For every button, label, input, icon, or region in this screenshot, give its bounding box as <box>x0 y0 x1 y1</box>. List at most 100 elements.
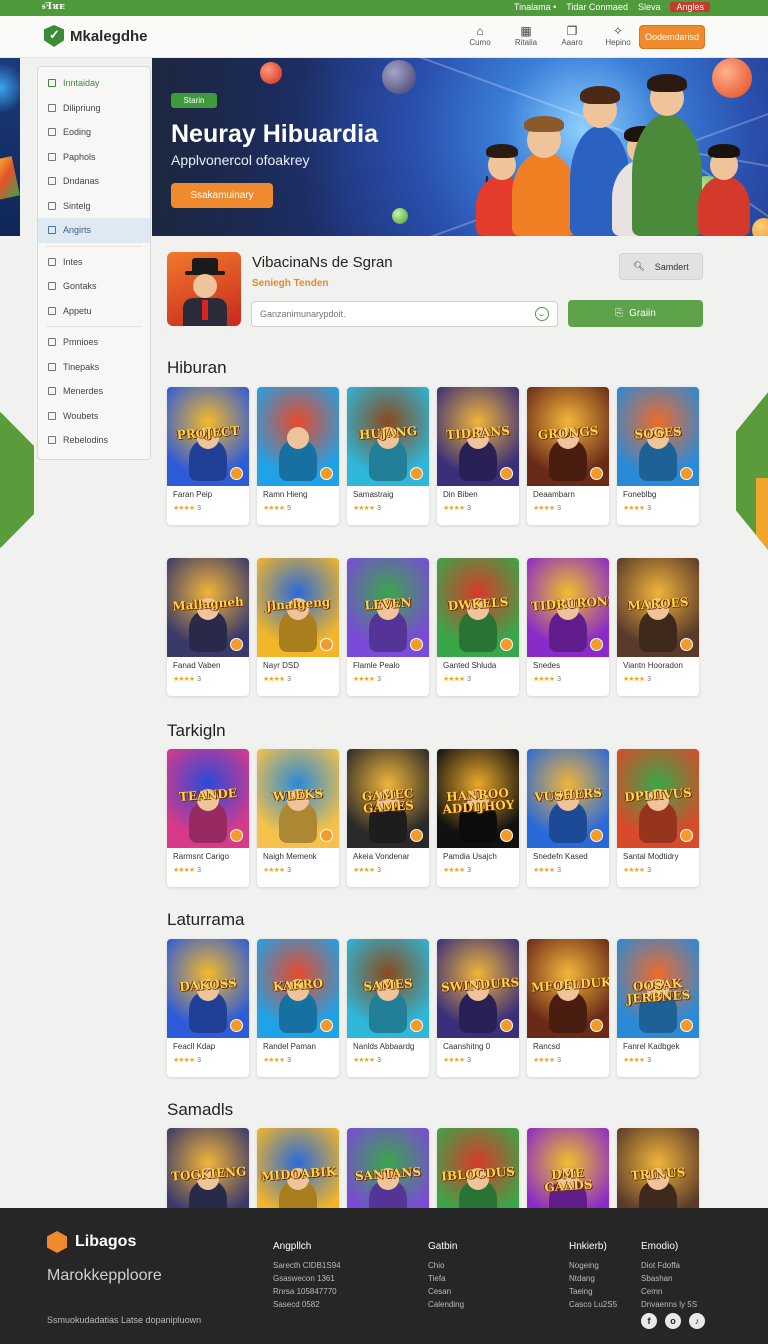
app-card[interactable]: VUSHERS Snedefn Kased ★★★★ 3 <box>527 749 609 887</box>
footer-link[interactable]: Sarecth CIDB1S94 <box>273 1259 341 1272</box>
app-card[interactable]: PROJECT Faran Peip ★★★★ 3 <box>167 387 249 525</box>
star-rating: ★★★★ 3 <box>533 676 562 683</box>
app-card[interactable]: TEANDE Rarmsnt Carigo ★★★★ 3 <box>167 749 249 887</box>
ball-decoration <box>382 60 416 94</box>
sidebar-item[interactable]: Tinepaks <box>38 355 150 380</box>
app-card[interactable]: MFOFLDUK Rancsd ★★★★ 3 <box>527 939 609 1077</box>
app-card[interactable]: Ramn Hieng ★★★★ 5 <box>257 387 339 525</box>
footer-link[interactable]: Taeing <box>569 1285 617 1298</box>
app-card[interactable]: DAKOSS Feacll Kdap ★★★★ 3 <box>167 939 249 1077</box>
app-card[interactable]: TIDRANS Din Biben ★★★★ 3 <box>437 387 519 525</box>
star-rating: ★★★★ 3 <box>263 676 292 683</box>
install-button[interactable]: ⎘ Graiin <box>568 300 703 327</box>
site-logo[interactable]: Mkalegdhe <box>44 25 148 47</box>
sidebar-item[interactable]: Angirts <box>38 218 150 243</box>
sidebar-item[interactable]: Gontaks <box>38 274 150 299</box>
rating-value: 3 <box>467 1057 472 1064</box>
footer-link[interactable]: Calending <box>428 1298 464 1311</box>
star-rating: ★★★★ 3 <box>173 1057 202 1064</box>
app-card[interactable]: Mallagneh Fanad Vaben ★★★★ 3 <box>167 558 249 696</box>
footer-link[interactable]: Sasecd 0582 <box>273 1298 341 1311</box>
sidebar-item[interactable]: Menerdes <box>38 379 150 404</box>
app-grid-row: TEANDE Rarmsnt Carigo ★★★★ 3 WLEKS Naigh Meme… <box>167 749 699 887</box>
footer-link[interactable]: Diot Fdoffa <box>641 1259 697 1272</box>
app-card[interactable]: HANROO ADDIJHOY Pamdia Usajch ★★★★ 3 <box>437 749 519 887</box>
app-card[interactable]: TIDRURONZ Snedes ★★★★ 3 <box>527 558 609 696</box>
footer-logo[interactable]: Libagos <box>47 1231 136 1253</box>
featured-app-thumbnail[interactable] <box>167 252 241 326</box>
search-button[interactable]: 🔍︎ Samdert <box>619 253 703 280</box>
top-link-chip[interactable]: Angles <box>670 2 710 12</box>
sidebar-item[interactable]: Inntaiday <box>38 71 150 96</box>
app-art-title: OOSAK JERBNES <box>626 975 691 1006</box>
app-art-title: DME GAADS <box>544 1165 593 1195</box>
badge-icon <box>230 638 243 651</box>
app-artwork: KAKRO <box>257 939 339 1038</box>
app-card[interactable]: MAROES Viantn Hooradon ★★★★ 3 <box>617 558 699 696</box>
facebook-icon[interactable]: f <box>641 1313 657 1329</box>
app-card[interactable]: DWKELS Ganted Shluda ★★★★ 3 <box>437 558 519 696</box>
app-card[interactable]: KAKRO Randel Paman ★★★★ 3 <box>257 939 339 1077</box>
app-card[interactable]: SAMES Nanlds Abbaardg ★★★★ 3 <box>347 939 429 1077</box>
header-cta-button[interactable]: Oodemdarisd <box>639 25 705 49</box>
footer-link[interactable]: Chio <box>428 1259 464 1272</box>
footer-column-heading: Angpllch <box>273 1241 312 1252</box>
smiley-icon[interactable] <box>535 307 549 321</box>
instagram-icon[interactable]: o <box>665 1313 681 1329</box>
sidebar-item[interactable]: Rebelodins <box>38 428 150 453</box>
sidebar-item[interactable]: Pmnioes <box>38 330 150 355</box>
footer-link[interactable]: Casco Lu2S5 <box>569 1298 617 1311</box>
footer-link[interactable]: Tiefa <box>428 1272 464 1285</box>
sidebar-item[interactable]: Dndanas <box>38 169 150 194</box>
footer-link[interactable]: Ntdang <box>569 1272 617 1285</box>
rating-value: 3 <box>647 676 652 683</box>
nav-item-grid[interactable]: ▦ Ritalia <box>510 24 542 47</box>
badge-icon <box>410 467 423 480</box>
sidebar-item[interactable]: Paphols <box>38 145 150 170</box>
hero-button[interactable]: Ssakamuinary <box>171 183 273 208</box>
nav-item-star[interactable]: ✧ Hepino <box>602 24 634 47</box>
top-link[interactable]: Tidar Conmaed <box>566 2 628 12</box>
rating-value: 3 <box>287 1057 292 1064</box>
sidebar-item[interactable]: Dilipriung <box>38 96 150 121</box>
app-artwork: TIDRANS <box>437 387 519 486</box>
rating-value: 3 <box>377 1057 382 1064</box>
app-card[interactable]: GRONGS Deaambarn ★★★★ 3 <box>527 387 609 525</box>
app-card[interactable]: DPLIIVUS Santal Modtidry ★★★★ 3 <box>617 749 699 887</box>
search-input[interactable] <box>252 302 512 326</box>
sidebar-item[interactable]: Sintelg <box>38 194 150 219</box>
sidebar-item[interactable]: Intes <box>38 250 150 275</box>
footer-link[interactable]: Nogeing <box>569 1259 617 1272</box>
footer-link[interactable]: Cemn <box>641 1285 697 1298</box>
sidebar-item[interactable]: Eoding <box>38 120 150 145</box>
rating-value: 3 <box>467 505 472 512</box>
star-rating: ★★★★ 3 <box>623 867 652 874</box>
footer-link[interactable]: Sbashan <box>641 1272 697 1285</box>
search-field[interactable] <box>251 301 558 327</box>
footer-link[interactable]: Dnvaenns ly 5S <box>641 1298 697 1311</box>
app-card[interactable]: WLEKS Naigh Memenk ★★★★ 3 <box>257 749 339 887</box>
left-edge-glow <box>0 58 20 118</box>
top-link[interactable]: Sleva <box>638 2 661 12</box>
footer-link[interactable]: Gsaswecon 1361 <box>273 1272 341 1285</box>
sidebar-item[interactable]: Woubets <box>38 404 150 429</box>
app-art-title: MAROES <box>627 594 689 613</box>
top-link[interactable]: Tinalama • <box>514 2 556 12</box>
app-card[interactable]: SOGES Foneblbg ★★★★ 3 <box>617 387 699 525</box>
footer-link[interactable]: Rnrsa 105847770 <box>273 1285 341 1298</box>
sidebar-item-label: Tinepaks <box>63 361 100 372</box>
badge-icon <box>230 829 243 842</box>
nav-item-home[interactable]: ⌂ Cumo <box>464 24 496 47</box>
app-card[interactable]: OOSAK JERBNES Fanrel Kadbgek ★★★★ 3 <box>617 939 699 1077</box>
app-card[interactable]: LEVEN Flamle Pealo ★★★★ 3 <box>347 558 429 696</box>
app-card[interactable]: Jlnalgeng Nayr DSD ★★★★ 3 <box>257 558 339 696</box>
nav-item-bookmark[interactable]: ❐ Aaaro <box>556 24 588 47</box>
app-card[interactable]: HUJANG Samastraig ★★★★ 3 <box>347 387 429 525</box>
app-card[interactable]: GAMEC GAMES Akeia Vondenar ★★★★ 3 <box>347 749 429 887</box>
app-card[interactable]: SWINDURS Caanshitng 0 ★★★★ 3 <box>437 939 519 1077</box>
footer-link[interactable]: Cesan <box>428 1285 464 1298</box>
app-name: Ganted Shluda <box>443 661 497 670</box>
sidebar-item[interactable]: Appetu <box>38 299 150 324</box>
badge-icon <box>410 638 423 651</box>
tiktok-icon[interactable]: ♪ <box>689 1313 705 1329</box>
